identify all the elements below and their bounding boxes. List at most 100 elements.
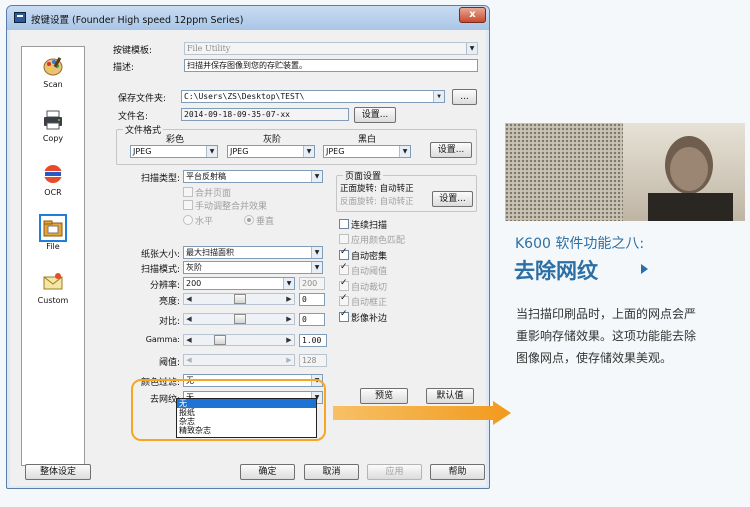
descreen-comparison-photo bbox=[505, 123, 745, 221]
template-label: 按键模板: bbox=[113, 46, 153, 56]
scan-type-select[interactable]: 平台反射稿 ▼ bbox=[183, 170, 323, 183]
paper-size-value: 最大扫描面积 bbox=[186, 248, 234, 257]
sidebar-item-copy[interactable]: Copy bbox=[28, 107, 78, 151]
save-folder-label: 保存文件夹: bbox=[118, 94, 167, 104]
close-button[interactable]: x bbox=[459, 7, 486, 23]
color-format-select[interactable]: JPEG ▼ bbox=[130, 145, 218, 158]
window-title: 按键设置 (Founder High speed 12ppm Series) bbox=[31, 15, 244, 26]
photo-descreened bbox=[623, 123, 745, 221]
promo-line: 重影响存储效果。这项功能能去除 bbox=[516, 329, 697, 343]
scan-mode-select[interactable]: 灰阶 ▼ bbox=[183, 261, 323, 274]
contrast-slider[interactable]: ◀ ▶ bbox=[183, 313, 295, 325]
arrow-right-icon[interactable]: ▶ bbox=[284, 314, 294, 324]
apply-button: 应用 bbox=[367, 464, 422, 480]
merge-pages-checkbox[interactable]: 合并页面 bbox=[183, 186, 231, 199]
arrow-left-icon[interactable]: ◀ bbox=[184, 335, 194, 345]
contrast-value[interactable]: 0 bbox=[299, 313, 325, 326]
cancel-button[interactable]: 取消 bbox=[304, 464, 359, 480]
auto-threshold-checkbox[interactable]: 自动阈值 bbox=[339, 262, 387, 277]
auto-density-checkbox[interactable]: 自动密集 bbox=[339, 247, 387, 262]
sidebar-item-file[interactable]: File bbox=[28, 214, 78, 259]
auto-crop-checkbox[interactable]: 自动裁切 bbox=[339, 278, 387, 293]
image-compensation-checkbox[interactable]: 影像补边 bbox=[339, 309, 387, 324]
save-folder-select[interactable]: C:\Users\ZS\Desktop\TEST\ ▼ bbox=[181, 90, 445, 103]
auto-deskew-checkbox[interactable]: 自动框正 bbox=[339, 293, 387, 308]
bw-format-label: 黑白 bbox=[358, 135, 377, 145]
photo-with-halftone bbox=[505, 123, 623, 221]
color-match-checkbox[interactable]: 应用颜色匹配 bbox=[339, 233, 405, 246]
manual-merge-checkbox[interactable]: 手动调整合并效果 bbox=[183, 199, 267, 212]
resolution-label: 分辨率: bbox=[149, 281, 180, 291]
gamma-slider[interactable]: ◀ ▶ bbox=[183, 334, 295, 346]
template-value: File Utility bbox=[187, 44, 231, 53]
sidebar-item-label: OCR bbox=[44, 188, 62, 197]
arrow-right-icon: ▶ bbox=[286, 356, 292, 364]
file-format-title: 文件格式 bbox=[123, 123, 164, 136]
chevron-down-icon: ▼ bbox=[206, 146, 217, 157]
chevron-down-icon: ▼ bbox=[433, 91, 444, 102]
page-settings-title: 页面设置 bbox=[343, 169, 384, 182]
ocr-icon bbox=[44, 165, 62, 183]
scan-mode-label: 扫描模式: bbox=[140, 265, 180, 275]
triangle-right-icon bbox=[641, 264, 648, 274]
vertical-radio[interactable]: 垂直 bbox=[244, 214, 274, 227]
app-icon bbox=[14, 12, 26, 23]
envelope-icon bbox=[43, 273, 63, 290]
threshold-label: 阈值: bbox=[158, 358, 180, 368]
file-folder-icon bbox=[39, 214, 67, 242]
filename-field[interactable]: 2014-09-18-09-35-07-xx bbox=[181, 108, 349, 121]
sidebar-item-scan[interactable]: Scan bbox=[28, 53, 78, 97]
bw-format-select[interactable]: JPEG ▼ bbox=[323, 145, 411, 158]
sidebar-item-custom[interactable]: Custom bbox=[28, 269, 78, 313]
template-select[interactable]: File Utility ▼ bbox=[184, 42, 478, 55]
promo-title: 去除网纹 bbox=[514, 259, 598, 283]
continuous-scan-checkbox[interactable]: 连续扫描 bbox=[339, 218, 387, 231]
arrow-left-icon[interactable]: ◀ bbox=[184, 294, 194, 304]
horizontal-radio[interactable]: 水平 bbox=[183, 214, 213, 227]
gray-format-select[interactable]: JPEG ▼ bbox=[227, 145, 315, 158]
chevron-down-icon: ▼ bbox=[303, 146, 314, 157]
global-settings-button[interactable]: 整体设定 bbox=[25, 464, 91, 480]
arrow-right-icon[interactable]: ▶ bbox=[284, 335, 294, 345]
contrast-thumb[interactable] bbox=[234, 314, 246, 324]
color-format-label: 彩色 bbox=[166, 135, 185, 145]
sidebar-item-label: File bbox=[46, 242, 60, 251]
gray-format-label: 灰阶 bbox=[263, 135, 282, 145]
chevron-down-icon: ▼ bbox=[283, 278, 294, 289]
gamma-label: Gamma: bbox=[145, 335, 180, 344]
contrast-label: 对比: bbox=[158, 317, 180, 327]
filename-settings-button[interactable]: 设置... bbox=[354, 107, 396, 123]
color-format-value: JPEG bbox=[133, 147, 152, 156]
sidebar-item-label: Scan bbox=[43, 80, 63, 89]
brightness-thumb[interactable] bbox=[234, 294, 246, 304]
portrait-illustration bbox=[648, 136, 733, 221]
resolution-select[interactable]: 200 ▼ bbox=[183, 277, 295, 290]
help-button[interactable]: 帮助 bbox=[430, 464, 485, 480]
arrow-left-icon[interactable]: ◀ bbox=[184, 314, 194, 324]
title-bar[interactable]: 按键设置 (Founder High speed 12ppm Series) x bbox=[7, 6, 489, 30]
promo-body: 当扫描印刷品时，上面的网点会严 重影响存储效果。这项功能能去除 图像网点，使存储… bbox=[516, 303, 744, 369]
page-settings-button[interactable]: 设置... bbox=[432, 191, 473, 207]
paper-size-select[interactable]: 最大扫描面积 ▼ bbox=[183, 246, 323, 259]
ok-button[interactable]: 确定 bbox=[240, 464, 295, 480]
printer-icon bbox=[44, 110, 62, 130]
highlight-ring bbox=[131, 379, 326, 441]
format-settings-button[interactable]: 设置... bbox=[430, 142, 472, 158]
scan-mode-value: 灰阶 bbox=[186, 263, 202, 272]
sidebar: Scan Copy OCR File Custom bbox=[21, 46, 85, 466]
threshold-value: 128 bbox=[299, 354, 327, 367]
resolution-value: 200 bbox=[186, 279, 202, 288]
promo-line: 当扫描印刷品时，上面的网点会严 bbox=[516, 307, 697, 321]
arrow-right-icon[interactable]: ▶ bbox=[284, 294, 294, 304]
gamma-value[interactable]: 1.00 bbox=[299, 334, 327, 347]
sidebar-item-ocr[interactable]: OCR bbox=[28, 161, 78, 205]
scan-type-label: 扫描类型: bbox=[140, 174, 180, 184]
browse-button[interactable]: ... bbox=[452, 89, 477, 105]
brightness-slider[interactable]: ◀ ▶ bbox=[183, 293, 295, 305]
chevron-down-icon: ▼ bbox=[311, 247, 322, 258]
brightness-value[interactable]: 0 bbox=[299, 293, 325, 306]
chevron-down-icon: ▼ bbox=[311, 171, 322, 182]
back-rotate-text: 反面旋转: 自动转正 bbox=[340, 197, 414, 207]
sidebar-item-label: Custom bbox=[37, 296, 69, 305]
gamma-thumb[interactable] bbox=[214, 335, 226, 345]
